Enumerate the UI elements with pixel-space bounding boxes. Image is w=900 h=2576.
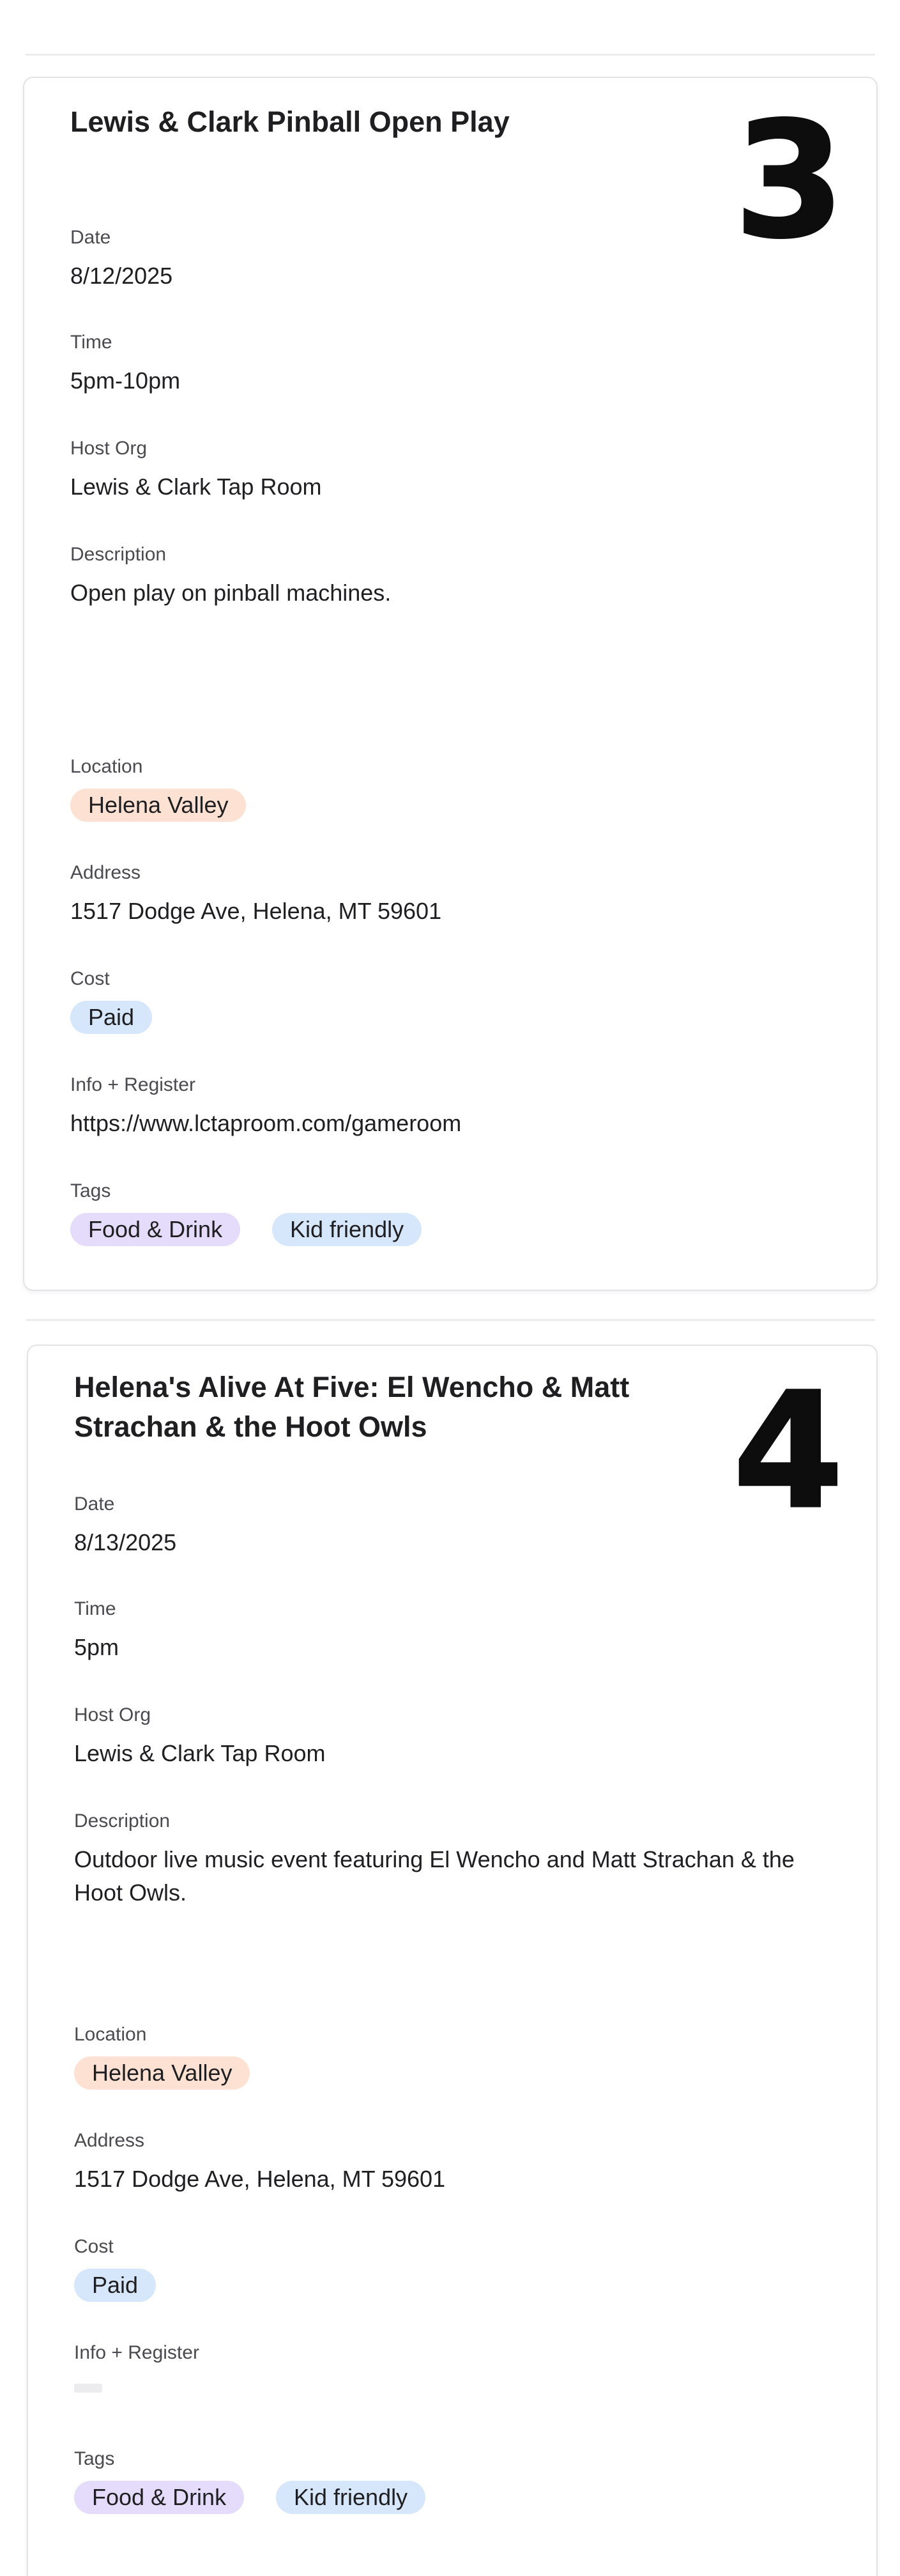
cost-label: Cost	[70, 968, 110, 989]
location-label: Location	[74, 2024, 147, 2045]
description-value: Outdoor live music event featuring El We…	[74, 1846, 795, 1906]
event-card[interactable]: Lewis & Clark Pinball Open Play 3 Date 8…	[23, 77, 878, 1291]
host-org-label: Host Org	[74, 1704, 151, 1725]
info-register-label: Info + Register	[70, 1074, 195, 1095]
event-list-page: Lewis & Clark Pinball Open Play 3 Date 8…	[0, 0, 900, 2576]
location-label: Location	[70, 756, 143, 777]
tag-pill-food-drink[interactable]: Food & Drink	[70, 1213, 241, 1246]
time-label: Time	[74, 1598, 116, 1619]
cost-pill[interactable]: Paid	[70, 1001, 153, 1034]
time-value: 5pm-10pm	[70, 367, 181, 394]
host-org-value: Lewis & Clark Tap Room	[70, 474, 322, 500]
info-register-empty-link[interactable]	[74, 2384, 102, 2393]
top-divider	[26, 54, 875, 56]
address-label: Address	[70, 862, 141, 883]
host-org-value: Lewis & Clark Tap Room	[74, 1740, 326, 1766]
location-pill[interactable]: Helena Valley	[74, 2056, 250, 2090]
cost-pill[interactable]: Paid	[74, 2269, 156, 2302]
location-pill[interactable]: Helena Valley	[70, 789, 247, 822]
host-org-label: Host Org	[70, 438, 148, 459]
middle-divider	[26, 1319, 875, 1321]
date-value: 8/13/2025	[74, 1529, 177, 1555]
date-label: Date	[70, 227, 111, 248]
description-label: Description	[74, 1810, 171, 1832]
time-value: 5pm	[74, 1634, 119, 1660]
description-value: Open play on pinball machines.	[70, 580, 392, 606]
cost-label: Cost	[74, 2236, 114, 2257]
event-title[interactable]: Helena's Alive At Five: El Wencho & Matt…	[74, 1368, 713, 1447]
tag-pill-kid-friendly[interactable]: Kid friendly	[272, 1213, 422, 1246]
info-register-link[interactable]: https://www.lctaproom.com/gameroom	[70, 1107, 461, 1140]
event-card[interactable]: Helena's Alive At Five: El Wencho & Matt…	[27, 1345, 878, 2576]
date-value: 8/12/2025	[70, 263, 173, 289]
address-value: 1517 Dodge Ave, Helena, MT 59601	[70, 898, 442, 924]
time-label: Time	[70, 332, 112, 353]
address-label: Address	[74, 2130, 145, 2151]
address-value: 1517 Dodge Ave, Helena, MT 59601	[74, 2166, 446, 2192]
tag-pill-food-drink[interactable]: Food & Drink	[74, 2481, 245, 2514]
description-label: Description	[70, 544, 167, 565]
info-register-label: Info + Register	[74, 2342, 199, 2363]
tag-pill-kid-friendly[interactable]: Kid friendly	[276, 2481, 426, 2514]
date-label: Date	[74, 1493, 115, 1515]
tags-label: Tags	[70, 1180, 111, 1201]
event-title[interactable]: Lewis & Clark Pinball Open Play	[70, 102, 709, 142]
event-number-badge: 4	[732, 1358, 845, 1544]
tags-label: Tags	[74, 2448, 115, 2469]
event-number-badge: 3	[733, 88, 846, 274]
